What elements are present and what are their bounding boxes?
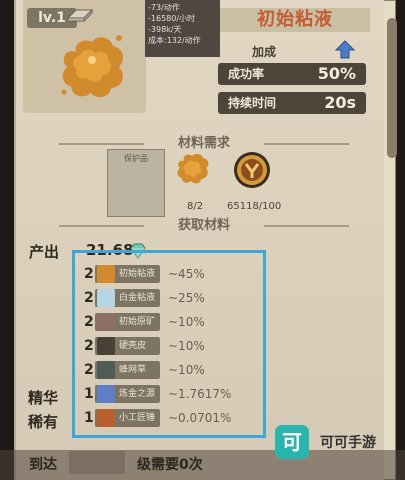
divider [264, 143, 349, 145]
slime-icon [97, 265, 115, 283]
drop-pct: ~25% [168, 291, 205, 305]
drop-pct: ~10% [168, 315, 205, 329]
ingot-icon [66, 8, 94, 23]
stat-value: 20s [324, 93, 356, 112]
drop-qty: 2 [84, 290, 94, 306]
acquire-header: 获取材料 [59, 217, 349, 235]
arrive-level-field[interactable] [69, 451, 125, 474]
material-slime-icon[interactable] [174, 150, 210, 188]
mini-stat-line: -73/动作 [148, 3, 180, 12]
slime-icon [61, 35, 124, 98]
drop-pct: ~10% [168, 363, 205, 377]
stat-value: 50% [317, 64, 356, 83]
output-label: 产出 [29, 243, 60, 261]
drop-pct: ~10% [168, 339, 205, 353]
ore-icon [97, 313, 115, 331]
drop-qty: 1 [84, 410, 94, 426]
drop-qty: 2 [84, 338, 94, 354]
mini-stat-line: -16580/小时 [148, 14, 196, 23]
stats-panel: 成功率 50% 持续时间 20s [218, 38, 366, 120]
drop-qty: 1 [84, 386, 94, 402]
success-rate-row: 成功率 50% [218, 63, 366, 85]
watermark-logo: 可 [275, 425, 309, 459]
drop-qty: 2 [84, 362, 94, 378]
drop-qty: 2 [84, 314, 94, 330]
material-count: 65118/100 [227, 201, 282, 212]
rare-label: 稀有 [28, 413, 59, 431]
alchemy-source-icon [97, 385, 115, 403]
scrollbar[interactable] [387, 18, 397, 158]
watermark-text: 可可手游 [320, 435, 376, 451]
drop-qty: 2 [84, 266, 94, 282]
platinum-slime-icon [97, 289, 115, 307]
item-title: 初始粘液 [220, 8, 370, 32]
drop-pct: ~0.0701% [168, 411, 232, 425]
drop-pct: ~45% [168, 267, 205, 281]
coin-icon[interactable] [232, 150, 272, 190]
mini-stat-line: -398k/天 [148, 25, 182, 34]
mini-stats: -73/动作 -16580/小时 -398k/天 成本:132/动作 [145, 0, 220, 57]
stat-label: 持续时间 [228, 96, 277, 110]
herb-icon [97, 361, 115, 379]
duration-row: 持续时间 20s [218, 92, 366, 114]
protect-slot[interactable]: 保护品 [107, 149, 165, 217]
mini-stat-line: 成本:132/动作 [148, 36, 201, 45]
essence-label: 精华 [28, 389, 59, 407]
arrive-label: 到达 [29, 457, 57, 473]
shell-skin-icon [97, 337, 115, 355]
divider [264, 225, 349, 227]
drop-pct: ~1.7617% [168, 387, 232, 401]
arrive-need-label: 级需要0次 [137, 457, 203, 473]
hammer-icon [97, 409, 115, 427]
material-count: 8/2 [187, 201, 204, 212]
stat-label: 成功率 [228, 67, 265, 81]
